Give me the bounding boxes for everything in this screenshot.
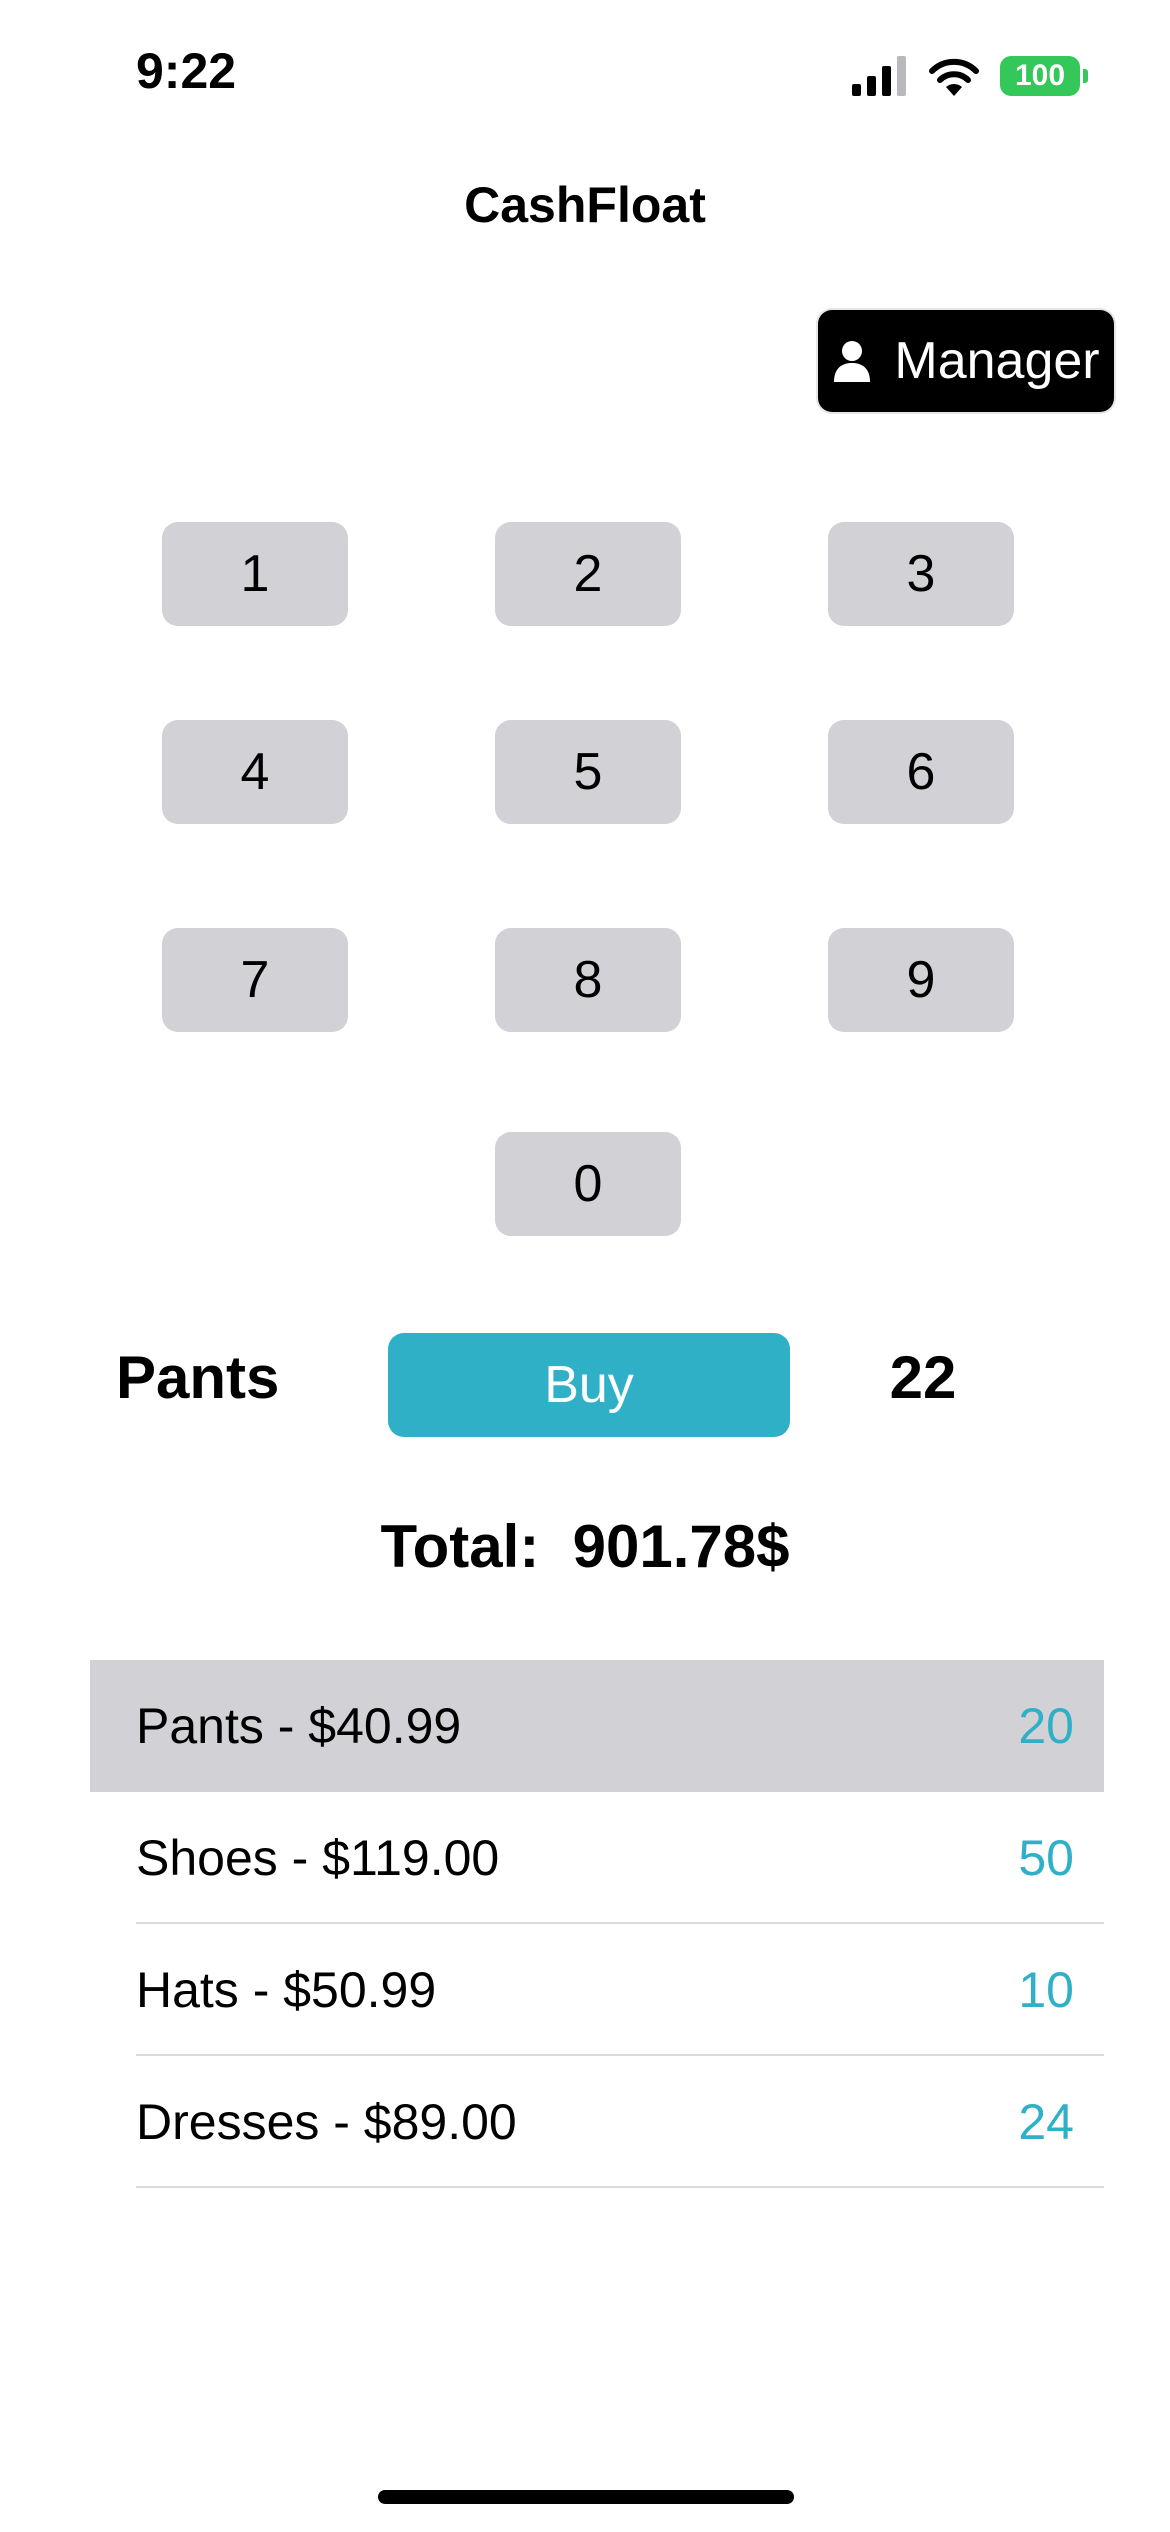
page-title: CashFloat (464, 177, 706, 233)
keypad-key-8[interactable]: 8 (495, 928, 681, 1032)
list-item-hats[interactable]: Hats - $50.99 10 (90, 1924, 1104, 2056)
list-item-label: Dresses - $89.00 (136, 2094, 517, 2150)
status-icons: 100 (852, 52, 1088, 100)
list-item-count: 10 (1018, 1962, 1074, 2018)
battery-level: 100 (1014, 59, 1066, 92)
battery-icon: 100 (1000, 56, 1088, 96)
list-item-dresses[interactable]: Dresses - $89.00 24 (90, 2056, 1104, 2188)
list-item-pants[interactable]: Pants - $40.99 20 (90, 1660, 1104, 1792)
status-time: 9:22 (136, 43, 237, 99)
manager-button[interactable]: Manager (818, 310, 1114, 412)
product-list: Pants - $40.99 20 Shoes - $119.00 50 Hat… (90, 1660, 1104, 2188)
manager-button-label: Manager (894, 332, 1100, 390)
list-item-label: Hats - $50.99 (136, 1962, 437, 2018)
list-item-count: 50 (1018, 1830, 1074, 1886)
list-item-shoes[interactable]: Shoes - $119.00 50 (90, 1792, 1104, 1924)
keypad-key-6[interactable]: 6 (828, 720, 1014, 824)
list-item-count: 24 (1018, 2094, 1074, 2150)
keypad-key-2[interactable]: 2 (495, 522, 681, 626)
keypad-key-4[interactable]: 4 (162, 720, 348, 824)
list-item-label: Shoes - $119.00 (136, 1830, 500, 1886)
keypad-key-7[interactable]: 7 (162, 928, 348, 1032)
keypad-key-5[interactable]: 5 (495, 720, 681, 824)
total-value: 901.78$ (572, 1513, 790, 1580)
buy-button[interactable]: Buy (388, 1333, 790, 1437)
home-indicator[interactable] (378, 2490, 794, 2504)
person-icon (834, 341, 871, 382)
cellular-signal-icon (852, 56, 906, 96)
quantity-display: 22 (889, 1344, 957, 1411)
keypad-key-0[interactable]: 0 (495, 1132, 681, 1236)
keypad-key-1[interactable]: 1 (162, 522, 348, 626)
total-label: Total: (380, 1513, 540, 1580)
list-item-label: Pants - $40.99 (136, 1698, 462, 1754)
keypad-key-3[interactable]: 3 (828, 522, 1014, 626)
list-item-count: 20 (1018, 1698, 1074, 1754)
list-separator (136, 2186, 1104, 2188)
total-display: Total: 901.78$ (0, 1512, 1170, 1581)
selected-product-label: Pants (116, 1344, 280, 1411)
wifi-icon (929, 58, 979, 96)
keypad-key-9[interactable]: 9 (828, 928, 1014, 1032)
